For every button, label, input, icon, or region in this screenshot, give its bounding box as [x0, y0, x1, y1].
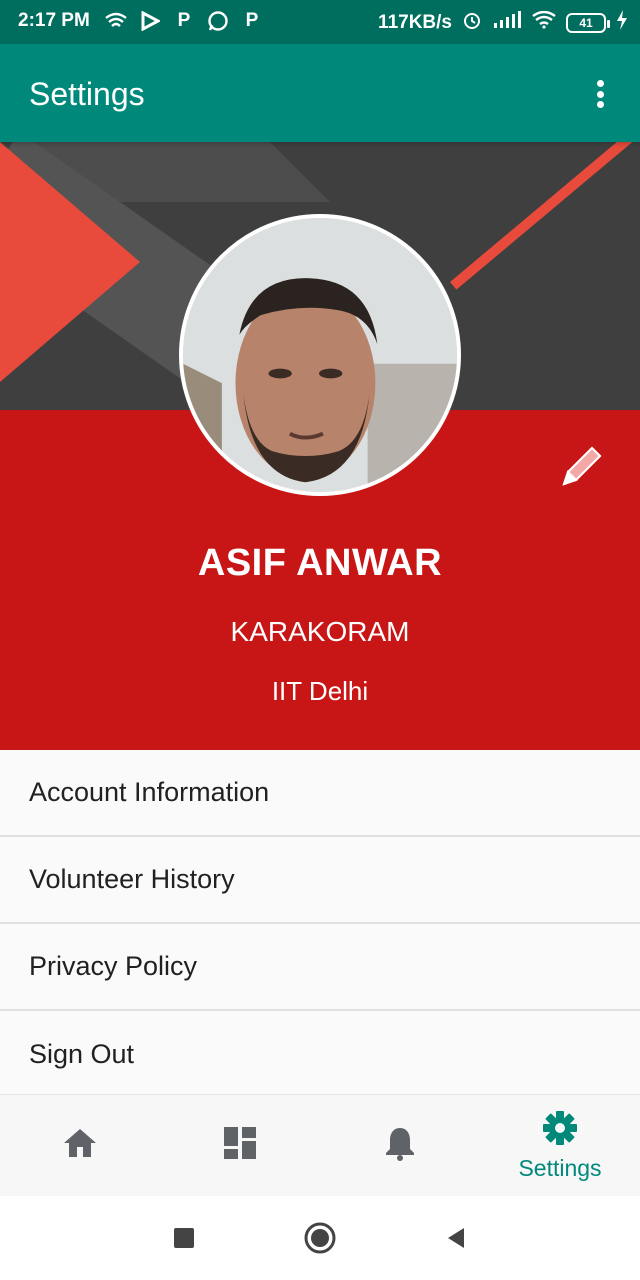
- dashboard-icon: [223, 1126, 257, 1165]
- recents-icon[interactable]: [164, 1218, 204, 1258]
- whatsapp-icon: [206, 9, 230, 33]
- wifi-icon: [532, 10, 556, 35]
- nav-home[interactable]: [0, 1095, 160, 1196]
- battery-icon: 41: [566, 13, 610, 33]
- nav-notifications[interactable]: [320, 1095, 480, 1196]
- notifications-icon: [384, 1125, 416, 1166]
- home-icon: [62, 1127, 98, 1164]
- nav-settings[interactable]: Settings: [480, 1095, 640, 1196]
- alarm-icon: [462, 10, 482, 36]
- nav-settings-label: Settings: [518, 1154, 602, 1181]
- status-notification-icons: P P: [104, 9, 264, 33]
- network-speed: 117KB/s: [378, 12, 452, 33]
- paytm-icon: P: [245, 10, 259, 31]
- volunteer-history-item[interactable]: Volunteer History: [0, 837, 640, 924]
- privacy-policy-item[interactable]: Privacy Policy: [0, 924, 640, 1011]
- pencil-icon[interactable]: [556, 440, 608, 492]
- sign-out-item[interactable]: Sign Out: [0, 1011, 640, 1098]
- system-navigation-bar: [0, 1196, 640, 1280]
- battery-level: 41: [579, 16, 593, 30]
- status-system-icons: 117KB/s 41: [378, 10, 628, 36]
- paytm-icon: P: [177, 10, 191, 31]
- status-time: 2:17 PM: [18, 10, 90, 31]
- more-vert-icon[interactable]: [586, 74, 614, 114]
- charging-icon: [616, 10, 628, 36]
- back-icon[interactable]: [436, 1218, 476, 1258]
- page-title: Settings: [29, 76, 145, 112]
- profile-header: ASIF ANWAR KARAKORAM IIT Delhi: [0, 142, 640, 750]
- home-circle-icon[interactable]: [300, 1218, 340, 1258]
- user-name: ASIF ANWAR: [197, 542, 443, 584]
- bottom-navigation: Settings: [0, 1094, 640, 1196]
- settings-list: Account Information Volunteer History Pr…: [0, 750, 640, 1098]
- account-information-item[interactable]: Account Information: [0, 750, 640, 837]
- play-store-icon: [138, 9, 162, 33]
- settings-gear-icon: [542, 1110, 578, 1151]
- status-bar: 2:17 PM P P 117KB/s 41: [0, 0, 640, 44]
- nav-dashboard[interactable]: [160, 1095, 320, 1196]
- wifi-signal-icon: [104, 9, 128, 33]
- app-bar: Settings: [0, 44, 640, 142]
- user-hostel: KARAKORAM: [230, 616, 410, 647]
- user-institute: IIT Delhi: [271, 676, 369, 706]
- cellular-signal-icon: [492, 11, 522, 35]
- avatar[interactable]: [179, 214, 461, 496]
